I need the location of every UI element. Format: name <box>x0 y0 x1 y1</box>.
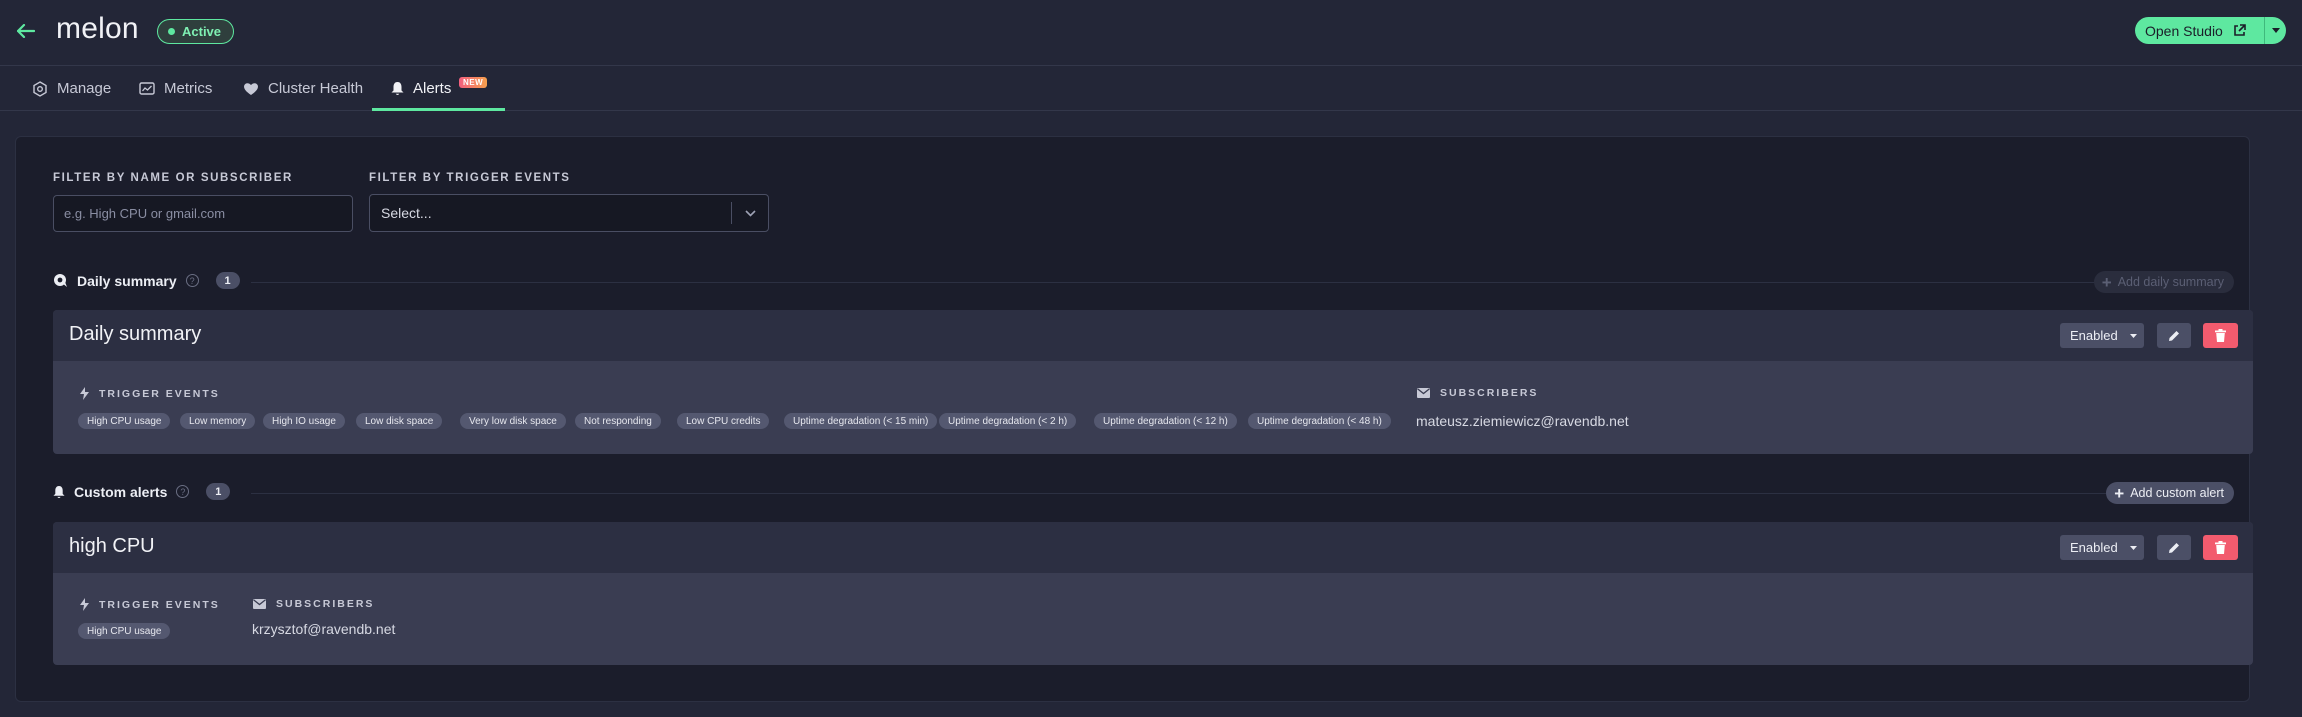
card-title: high CPU <box>69 535 155 557</box>
plus-icon: + <box>2101 272 2112 292</box>
section-divider <box>251 493 2121 494</box>
page-header: melon Active Open Studio <box>0 0 2302 66</box>
tab-alerts-label: Alerts <box>413 80 452 97</box>
caret-down-icon <box>2129 545 2137 550</box>
trigger-event-chip: High CPU usage <box>78 413 171 429</box>
trash-icon <box>2215 329 2226 342</box>
trigger-event-chip: Low disk space <box>356 413 443 429</box>
trigger-event-chip: Low memory <box>180 413 256 429</box>
subscribers-label: SUBSCRIBERS <box>253 598 374 610</box>
delete-button[interactable] <box>2203 535 2238 560</box>
filter-events-value: Select... <box>381 205 432 221</box>
filter-events-label: FILTER BY TRIGGER EVENTS <box>369 172 571 184</box>
enabled-dropdown[interactable]: Enabled <box>2060 323 2144 348</box>
enabled-label: Enabled <box>2070 540 2118 555</box>
page-title: melon <box>56 12 139 45</box>
trigger-event-chip: Very low disk space <box>460 413 566 429</box>
daily-summary-count: 1 <box>215 272 240 289</box>
status-badge: Active <box>157 19 235 44</box>
lightning-icon <box>80 387 89 400</box>
subscribers-label: SUBSCRIBERS <box>1417 387 1538 399</box>
help-icon[interactable]: ? <box>176 485 190 498</box>
add-custom-alert-button[interactable]: + Add custom alert <box>2106 482 2234 504</box>
heart-icon <box>244 82 258 95</box>
trigger-event-chip: Uptime degradation (< 2 h) <box>939 413 1077 429</box>
add-daily-summary-label: Add daily summary <box>2117 275 2224 289</box>
custom-alerts-section-title: Custom alerts <box>74 483 168 500</box>
trigger-event-chip: Not responding <box>575 413 661 429</box>
tab-alerts[interactable]: Alerts <box>391 66 451 111</box>
status-label: Active <box>182 24 222 39</box>
open-studio-button[interactable]: Open Studio <box>2135 17 2286 44</box>
gear-hex-icon <box>33 80 47 97</box>
tab-cluster-health[interactable]: Cluster Health <box>243 66 363 111</box>
subscribers-text: SUBSCRIBERS <box>276 598 375 610</box>
card-title: Daily summary <box>69 323 202 345</box>
trigger-events-label: TRIGGER EVENTS <box>80 598 220 611</box>
envelope-icon <box>253 599 266 609</box>
edit-button[interactable] <box>2157 535 2191 560</box>
tab-cluster-health-label: Cluster Health <box>268 80 364 97</box>
back-arrow-icon[interactable] <box>14 19 38 43</box>
subscriber-email: mateusz.ziemiewicz@ravendb.net <box>1416 413 1629 429</box>
caret-down-icon <box>2271 28 2280 33</box>
card-header: Daily summary Enabled <box>53 310 2253 361</box>
pencil-icon <box>2169 330 2179 341</box>
trash-icon <box>2215 541 2226 554</box>
filter-name-label: FILTER BY NAME OR SUBSCRIBER <box>53 172 293 184</box>
enabled-label: Enabled <box>2070 328 2118 343</box>
alerts-panel: FILTER BY NAME OR SUBSCRIBER FILTER BY T… <box>15 136 2253 702</box>
subscribers-text: SUBSCRIBERS <box>1440 387 1539 399</box>
tab-manage-label: Manage <box>57 80 112 97</box>
trigger-events-text: TRIGGER EVENTS <box>99 387 220 400</box>
external-link-icon <box>2234 24 2246 36</box>
lightning-icon <box>80 598 89 611</box>
bell-icon <box>391 82 404 96</box>
trigger-event-chip: Uptime degradation (< 12 h) <box>1094 413 1237 429</box>
daily-summary-section-title: Daily summary <box>77 272 177 289</box>
filter-name-input[interactable] <box>53 195 353 232</box>
chevron-down-icon <box>732 209 768 217</box>
add-daily-summary-button[interactable]: + Add daily summary <box>2093 271 2234 293</box>
plus-icon: + <box>2114 483 2125 503</box>
open-studio-label: Open Studio <box>2145 22 2223 39</box>
trigger-event-chip: High CPU usage <box>78 623 171 639</box>
active-tab-indicator <box>372 108 505 111</box>
tab-bar: Manage Metrics Cluster Health Alerts NEW <box>0 66 2302 111</box>
trigger-event-chip: Uptime degradation (< 15 min) <box>784 413 938 429</box>
section-divider <box>251 282 2111 283</box>
delete-button[interactable] <box>2203 323 2238 348</box>
tab-metrics-label: Metrics <box>164 80 213 97</box>
help-icon[interactable]: ? <box>185 274 199 287</box>
trigger-event-chip: Uptime degradation (< 48 h) <box>1248 413 1391 429</box>
custom-alert-card: high CPU Enabled TRIGGER EVENTS High CPU… <box>53 522 2253 665</box>
trigger-event-chip: Low CPU credits <box>677 413 770 429</box>
trigger-events-text: TRIGGER EVENTS <box>99 598 220 611</box>
daily-summary-section-header: Daily summary ? 1 <box>53 272 240 289</box>
status-dot-icon <box>168 28 175 35</box>
trigger-events-label: TRIGGER EVENTS <box>80 387 220 400</box>
metrics-icon <box>139 82 155 95</box>
caret-down-icon <box>2129 333 2137 338</box>
card-header: high CPU Enabled <box>53 522 2253 573</box>
studio-dropdown-toggle[interactable] <box>2264 17 2286 44</box>
edit-button[interactable] <box>2157 323 2191 348</box>
bell-icon <box>53 485 65 498</box>
tab-manage[interactable]: Manage <box>32 66 111 111</box>
custom-alerts-count: 1 <box>206 483 231 500</box>
enabled-dropdown[interactable]: Enabled <box>2060 535 2144 560</box>
daily-summary-card: Daily summary Enabled TRIGGER EVENTS Hig… <box>53 310 2253 454</box>
custom-alerts-section-header: Custom alerts ? 1 <box>53 483 231 500</box>
add-custom-alert-label: Add custom alert <box>2130 486 2224 500</box>
new-badge: NEW <box>459 77 488 88</box>
chat-bubble-icon <box>54 274 67 287</box>
filter-events-select[interactable]: Select... <box>369 194 769 232</box>
pencil-icon <box>2169 542 2179 553</box>
tab-metrics[interactable]: Metrics <box>139 66 212 111</box>
envelope-icon <box>1417 388 1430 398</box>
subscriber-email: krzysztof@ravendb.net <box>252 621 396 637</box>
trigger-event-chip: High IO usage <box>263 413 345 429</box>
